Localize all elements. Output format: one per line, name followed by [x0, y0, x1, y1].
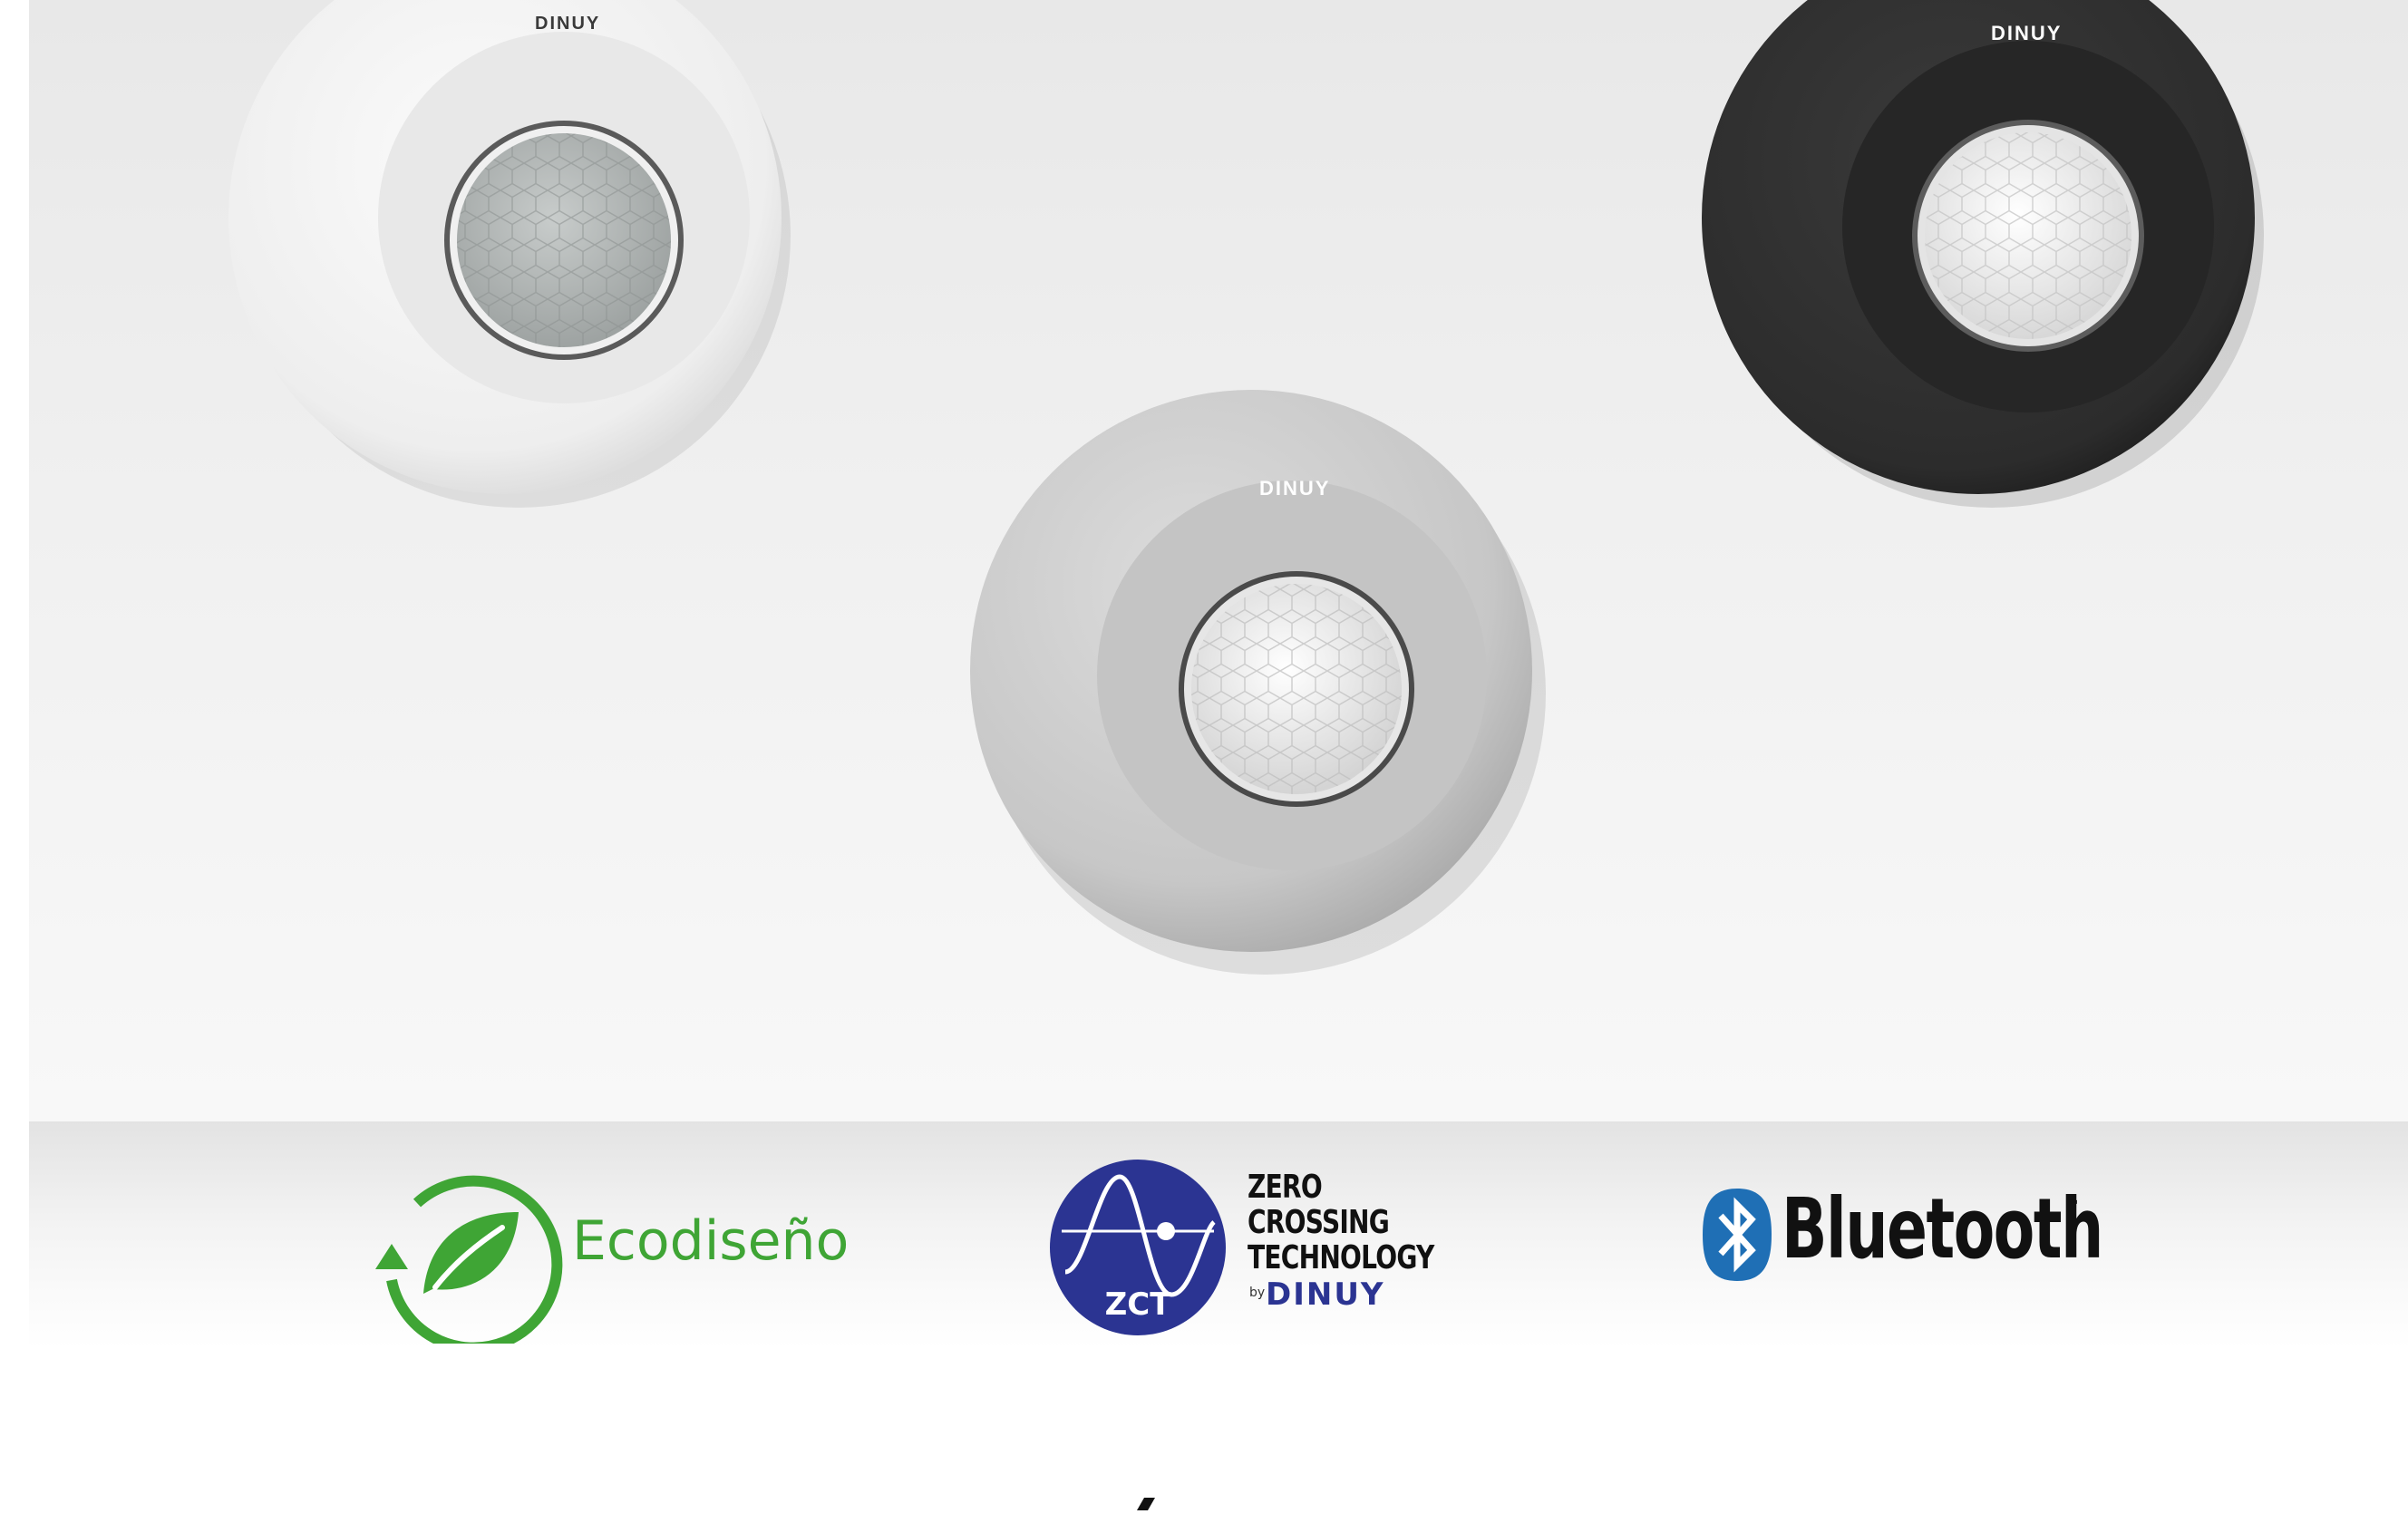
zct-wordmark: ZERO CROSSING TECHNOLOGY	[1248, 1169, 1434, 1276]
bluetooth-label: Bluetooth	[1782, 1180, 2103, 1277]
zct-line: ZERO	[1248, 1169, 1323, 1206]
trademark-symbol: ™	[2067, 1199, 2080, 1213]
white-sensor: DINUY	[206, 0, 804, 517]
zct-line: CROSSING	[1248, 1204, 1390, 1241]
zct-badge: ZCT	[1049, 1159, 1227, 1341]
brand-logo: DINUY	[535, 14, 601, 34]
brand-logo: DINUY	[1991, 22, 2063, 44]
bluetooth-icon	[1703, 1189, 1772, 1281]
zct-line: TECHNOLOGY	[1248, 1239, 1434, 1276]
product-hero: DINUY DINUY DINUY	[29, 0, 2408, 1121]
zct-brand-logo: DINUY	[1266, 1276, 1385, 1313]
brand-logo: DINUY	[1259, 477, 1331, 500]
ecodesign-badge	[364, 1153, 564, 1354]
ecodesign-label: Ecodiseño	[572, 1209, 850, 1273]
zct-by-label: by	[1249, 1286, 1266, 1300]
cropped-heading-glyph	[1137, 1498, 1155, 1510]
black-sensor: DINUY	[1679, 0, 2277, 517]
sine-wave-icon: ZCT	[1050, 1160, 1226, 1335]
silver-sensor: DINUY	[938, 372, 1555, 988]
zct-emblem-text: ZCT	[1105, 1286, 1172, 1323]
bluetooth-badge	[1701, 1187, 1773, 1287]
recycle-leaf-icon	[375, 1175, 563, 1354]
